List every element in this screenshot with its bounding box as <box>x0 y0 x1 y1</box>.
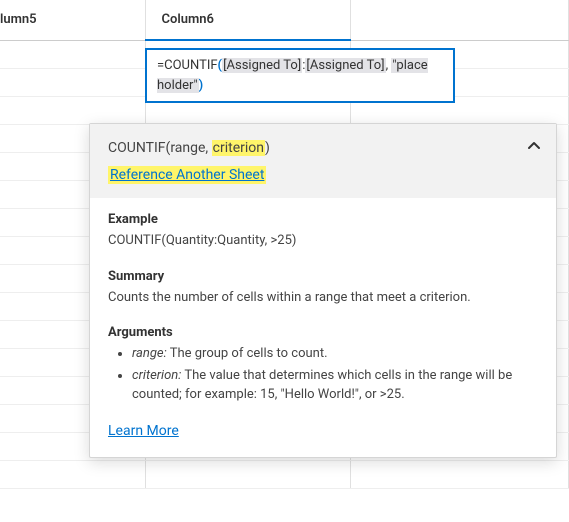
sig-close-paren: ) <box>265 140 270 156</box>
column-header-5-label: lumn5 <box>0 12 37 27</box>
arguments-label: Arguments <box>108 325 538 340</box>
reference-another-sheet-link[interactable]: Reference Another Sheet <box>108 166 266 184</box>
arg-criterion-name: criterion: <box>132 368 181 383</box>
summary-label: Summary <box>108 269 538 284</box>
sig-separator: , <box>205 140 211 156</box>
help-body: Example COUNTIF(Quantity:Quantity, >25) … <box>90 198 556 457</box>
formula-function-name: COUNTIF <box>164 58 217 73</box>
column-header-row: lumn5 Column6 <box>0 0 569 40</box>
sig-arg-criterion: criterion <box>212 140 265 156</box>
column-header-6[interactable]: Column6 <box>145 0 350 40</box>
arg-range-desc: The group of cells to count. <box>167 346 328 361</box>
summary-section: Summary Counts the number of cells withi… <box>108 269 538 308</box>
formula-editor[interactable]: =COUNTIF([Assigned To]:[Assigned To], "p… <box>145 48 455 103</box>
argument-item: criterion: The value that determines whi… <box>132 366 538 405</box>
column-header-spacer <box>350 0 569 40</box>
learn-more-section: Learn More <box>108 423 538 439</box>
sig-func-name: COUNTIF <box>108 140 166 156</box>
example-text: COUNTIF(Quantity:Quantity, >25) <box>108 231 538 251</box>
example-section: Example COUNTIF(Quantity:Quantity, >25) <box>108 212 538 251</box>
summary-text: Counts the number of cells within a rang… <box>108 288 538 308</box>
function-help-popup: COUNTIF(range, criterion) Reference Anot… <box>89 123 557 458</box>
column-header-6-label: Column6 <box>162 12 214 27</box>
column-header-5[interactable]: lumn5 <box>0 0 145 40</box>
formula-range-ref-2: [Assigned To] <box>305 58 385 73</box>
arguments-list: range: The group of cells to count. crit… <box>108 344 538 405</box>
formula-cell-wrap: =COUNTIF([Assigned To]:[Assigned To], "p… <box>145 48 455 103</box>
chevron-up-icon[interactable] <box>526 138 542 159</box>
argument-item: range: The group of cells to count. <box>132 344 538 364</box>
learn-more-link[interactable]: Learn More <box>108 423 179 439</box>
table-row[interactable] <box>0 460 569 488</box>
arguments-section: Arguments range: The group of cells to c… <box>108 325 538 405</box>
sig-arg-range: range <box>170 140 205 156</box>
arg-criterion-desc: The value that determines which cells in… <box>132 368 512 403</box>
arg-range-name: range: <box>132 346 167 361</box>
formula-range-ref-1: [Assigned To] <box>222 58 302 73</box>
help-header: COUNTIF(range, criterion) Reference Anot… <box>90 124 556 198</box>
example-label: Example <box>108 212 538 227</box>
formula-close-paren: ) <box>199 78 204 93</box>
function-signature: COUNTIF(range, criterion) <box>108 140 538 156</box>
